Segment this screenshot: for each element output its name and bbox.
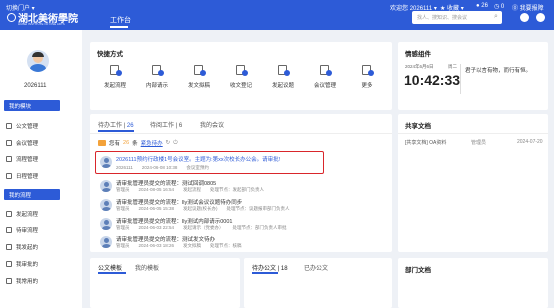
tab-todo-work[interactable]: 待办工作 | 26 [98, 120, 134, 129]
templates-panel: 公文模板 我的模板 [90, 258, 240, 308]
sidebar-item-my-approved[interactable]: 我审批的 [6, 260, 38, 268]
weekday-text: 周二 [448, 64, 457, 69]
quick-draft-document-button[interactable]: 发文拟稿 [181, 64, 217, 89]
pending-process-icon [6, 227, 12, 233]
user-avatar [100, 236, 112, 248]
tab-my-meetings[interactable]: 我的会议 [200, 120, 224, 129]
search-input[interactable]: 找人、搜知识、搜会议 [412, 11, 502, 24]
table-row[interactable]: 请审批管理员提交的流程：lly测试内部请示0001 管理员 2024-06-03 … [95, 215, 385, 233]
frequent-icon [6, 278, 12, 284]
table-row[interactable]: 请审批管理员提交的流程：测试发文待办 管理员 2024-06-03 18:26 发文… [95, 233, 385, 251]
active-tab-indicator [98, 130, 134, 132]
tab-document-templates[interactable]: 公文模板 [98, 263, 122, 272]
tab-done-documents[interactable]: 已办公文 [304, 263, 328, 272]
user-avatar-icon[interactable] [520, 13, 529, 22]
start-topic-icon [276, 64, 290, 76]
notice-badge[interactable]: ◷ 0 [494, 3, 504, 10]
meeting-mgmt-icon [318, 64, 332, 76]
mood-widget-panel: 情感组件 2024年6月6日 周二 10:42:33 君子以言有物，而行有恒。 [398, 42, 548, 110]
start-process-icon [108, 64, 122, 76]
quick-register-incoming-button[interactable]: 收文登记 [223, 64, 259, 89]
user-avatar [100, 218, 112, 230]
school-name-en: HUBEI INSTITUTE OF FINE ARTS [18, 22, 65, 26]
date-text: 2024年6月6日 [405, 64, 434, 69]
quick-internal-request-button[interactable]: 内部请示 [139, 64, 175, 89]
initiated-icon [6, 244, 12, 250]
table-row[interactable]: 请审批管理员提交的流程：lly测试会议议题待办同步 管理员 2024-06-05 … [95, 196, 385, 214]
sidebar-section-modules[interactable]: 我的模块 [4, 100, 60, 111]
sidebar-item-my-frequent[interactable]: 我常用的 [6, 277, 38, 285]
approved-icon [6, 261, 12, 267]
tab-my-templates[interactable]: 我的模板 [135, 263, 159, 272]
sidebar-item-start-process[interactable]: 发起流程 [6, 210, 38, 218]
user-avatar [100, 199, 112, 211]
urgent-todo-link[interactable]: 紧急待办 [141, 139, 163, 147]
dept-docs-panel: 部门文档 [398, 258, 548, 308]
sidebar-item-my-initiated[interactable]: 我发起的 [6, 243, 38, 251]
more-grid-icon [360, 64, 374, 76]
draft-document-icon [192, 64, 206, 76]
mood-widget-title: 情感组件 [405, 51, 431, 58]
top-bar: 切换门户 ▾ 湖北美術學院 HUBEI INSTITUTE OF FINE AR… [0, 0, 554, 30]
internal-request-icon [150, 64, 164, 76]
sidebar-item-process-mgmt[interactable]: 流程管理 [6, 155, 38, 163]
todo-panel: 待办工作 | 26 待阅工作 | 6 我的会议 您有 26 条 紧急待办 ↻ ⏻… [90, 114, 392, 252]
quick-start-topic-button[interactable]: 发起议题 [265, 64, 301, 89]
shared-docs-title: 共享文档 [405, 123, 431, 130]
table-row[interactable]: 2026111预约行政楼1号会议室。主题为:第xx次校长办公会。请审批! 202… [95, 151, 324, 174]
list-item[interactable]: [共享文档] OA资料 管理员 2024-07-20 [405, 139, 543, 146]
process-icon [6, 156, 12, 162]
clock-time: 10:42:33 [404, 72, 461, 88]
sidebar: 2026111 我的模块 公文管理 会议管理 流程管理 日程管理 我的流程 发起… [0, 30, 82, 308]
nav-workbench-tab[interactable]: 工作台 [110, 15, 131, 25]
sidebar-item-pending-process[interactable]: 待审流程 [6, 226, 38, 234]
document-icon [6, 123, 12, 129]
tab-pending-documents[interactable]: 待办公文 | 18 [252, 263, 288, 272]
profile-username: 2026111 [24, 83, 47, 89]
documents-todo-panel: 待办公文 | 18 已办公文 [244, 258, 392, 308]
quick-meeting-mgmt-button[interactable]: 会议管理 [307, 64, 343, 89]
help-button[interactable]: ⓪ 我要报障 [512, 3, 544, 12]
user-avatar [100, 180, 112, 192]
start-process-icon [6, 211, 12, 217]
sidebar-item-meeting-mgmt[interactable]: 会议管理 [6, 139, 38, 147]
refresh-icon[interactable]: ↻ [166, 140, 171, 146]
calendar-icon [6, 173, 12, 179]
tab-to-read[interactable]: 待阅工作 | 6 [150, 120, 182, 129]
quick-shortcuts-panel: 快捷方式 发起流程 内部请示 发文拟稿 收文登记 发起议题 会议管理 更多 [90, 42, 392, 110]
power-icon[interactable]: ⏻ [173, 140, 177, 147]
quick-shortcuts-title: 快捷方式 [97, 51, 123, 58]
register-incoming-icon [234, 64, 248, 76]
search-icon[interactable]: ⌕ [494, 13, 498, 21]
quick-start-process-button[interactable]: 发起流程 [97, 64, 133, 89]
urgent-notice: 您有 26 条 紧急待办 ↻ ⏻ [98, 139, 178, 147]
sidebar-item-document-mgmt[interactable]: 公文管理 [6, 122, 38, 130]
quick-more-button[interactable]: 更多 [349, 64, 385, 89]
table-row[interactable]: 请审批管理员提交的流程：测试回调0805 管理员 2024-08-05 16:54… [95, 177, 385, 195]
message-badge[interactable]: ● 26 [476, 3, 488, 9]
user-avatar [100, 156, 112, 168]
settings-icon[interactable] [536, 13, 545, 22]
meeting-icon [6, 140, 12, 146]
profile-avatar[interactable] [27, 50, 49, 72]
mail-icon [98, 140, 106, 146]
quote-text: 君子以言有物，而行有恒。 [465, 68, 532, 74]
sidebar-item-schedule-mgmt[interactable]: 日程管理 [6, 172, 38, 180]
dept-docs-title: 部门文档 [405, 267, 431, 274]
school-logo-icon [7, 13, 16, 22]
sidebar-section-processes[interactable]: 我的流程 [4, 189, 60, 200]
nav-active-indicator [110, 26, 128, 28]
shared-docs-panel: 共享文档 [共享文档] OA资料 管理员 2024-07-20 [398, 114, 548, 252]
